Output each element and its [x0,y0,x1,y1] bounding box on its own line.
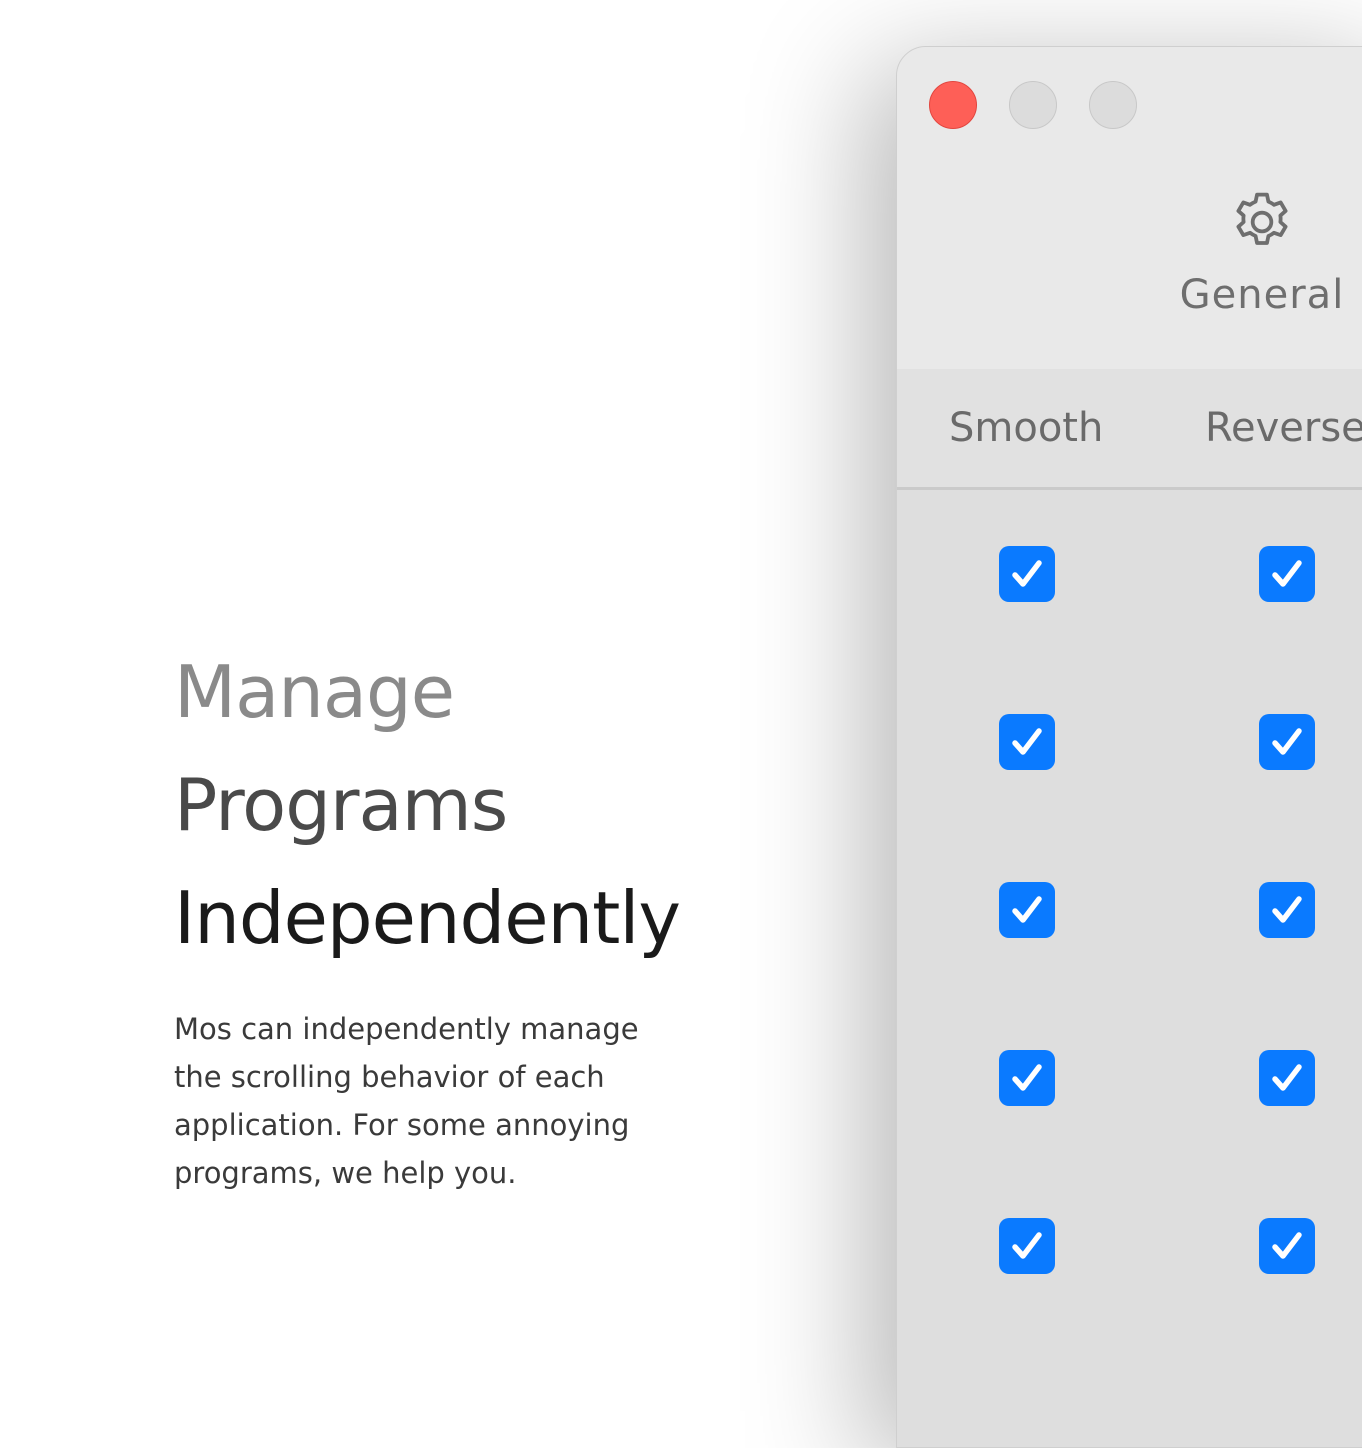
table-row [897,1162,1362,1330]
checkmark-icon [1272,1232,1302,1259]
toolbar-tab-general-label: General [1179,272,1345,318]
minimize-window-button[interactable] [1009,81,1057,129]
hero-heading: Manage Programs Independently [174,636,794,975]
checkmark-icon [1272,1064,1302,1091]
reverse-checkbox[interactable] [1259,714,1315,770]
checkmark-icon [1012,896,1042,923]
checkmark-icon [1012,728,1042,755]
smooth-checkbox[interactable] [999,546,1055,602]
table-row [897,658,1362,826]
zoom-window-button[interactable] [1089,81,1137,129]
smooth-checkbox[interactable] [999,714,1055,770]
hero-line-manage: Manage [174,650,455,734]
checkmark-icon [1012,560,1042,587]
column-header-reverse[interactable]: Reverse [1205,403,1362,453]
column-header-smooth[interactable]: Smooth [949,403,1103,453]
application-table [897,490,1362,1330]
checkmark-icon [1012,1232,1042,1259]
table-row [897,826,1362,994]
hero-line-programs: Programs [174,763,508,847]
gear-icon [1236,192,1288,245]
table-header: Smooth Reverse [897,369,1362,490]
table-row [897,994,1362,1162]
reverse-checkbox[interactable] [1259,1218,1315,1274]
reverse-checkbox[interactable] [1259,1050,1315,1106]
reverse-checkbox[interactable] [1259,882,1315,938]
smooth-checkbox[interactable] [999,1218,1055,1274]
hero-line-independently: Independently [174,876,681,960]
hero-description: Mos can independently manage the scrolli… [174,1012,639,1190]
checkmark-icon [1272,728,1302,755]
reverse-checkbox[interactable] [1259,546,1315,602]
smooth-checkbox[interactable] [999,882,1055,938]
smooth-checkbox[interactable] [999,1050,1055,1106]
checkmark-icon [1272,896,1302,923]
toolbar-tab-general[interactable]: General [1167,187,1357,337]
preferences-window: General Smooth Reverse [896,46,1362,1448]
checkmark-icon [1272,560,1302,587]
checkmark-icon [1012,1064,1042,1091]
window-titlebar: General [897,47,1362,369]
table-row [897,490,1362,658]
close-window-button[interactable] [929,81,977,129]
